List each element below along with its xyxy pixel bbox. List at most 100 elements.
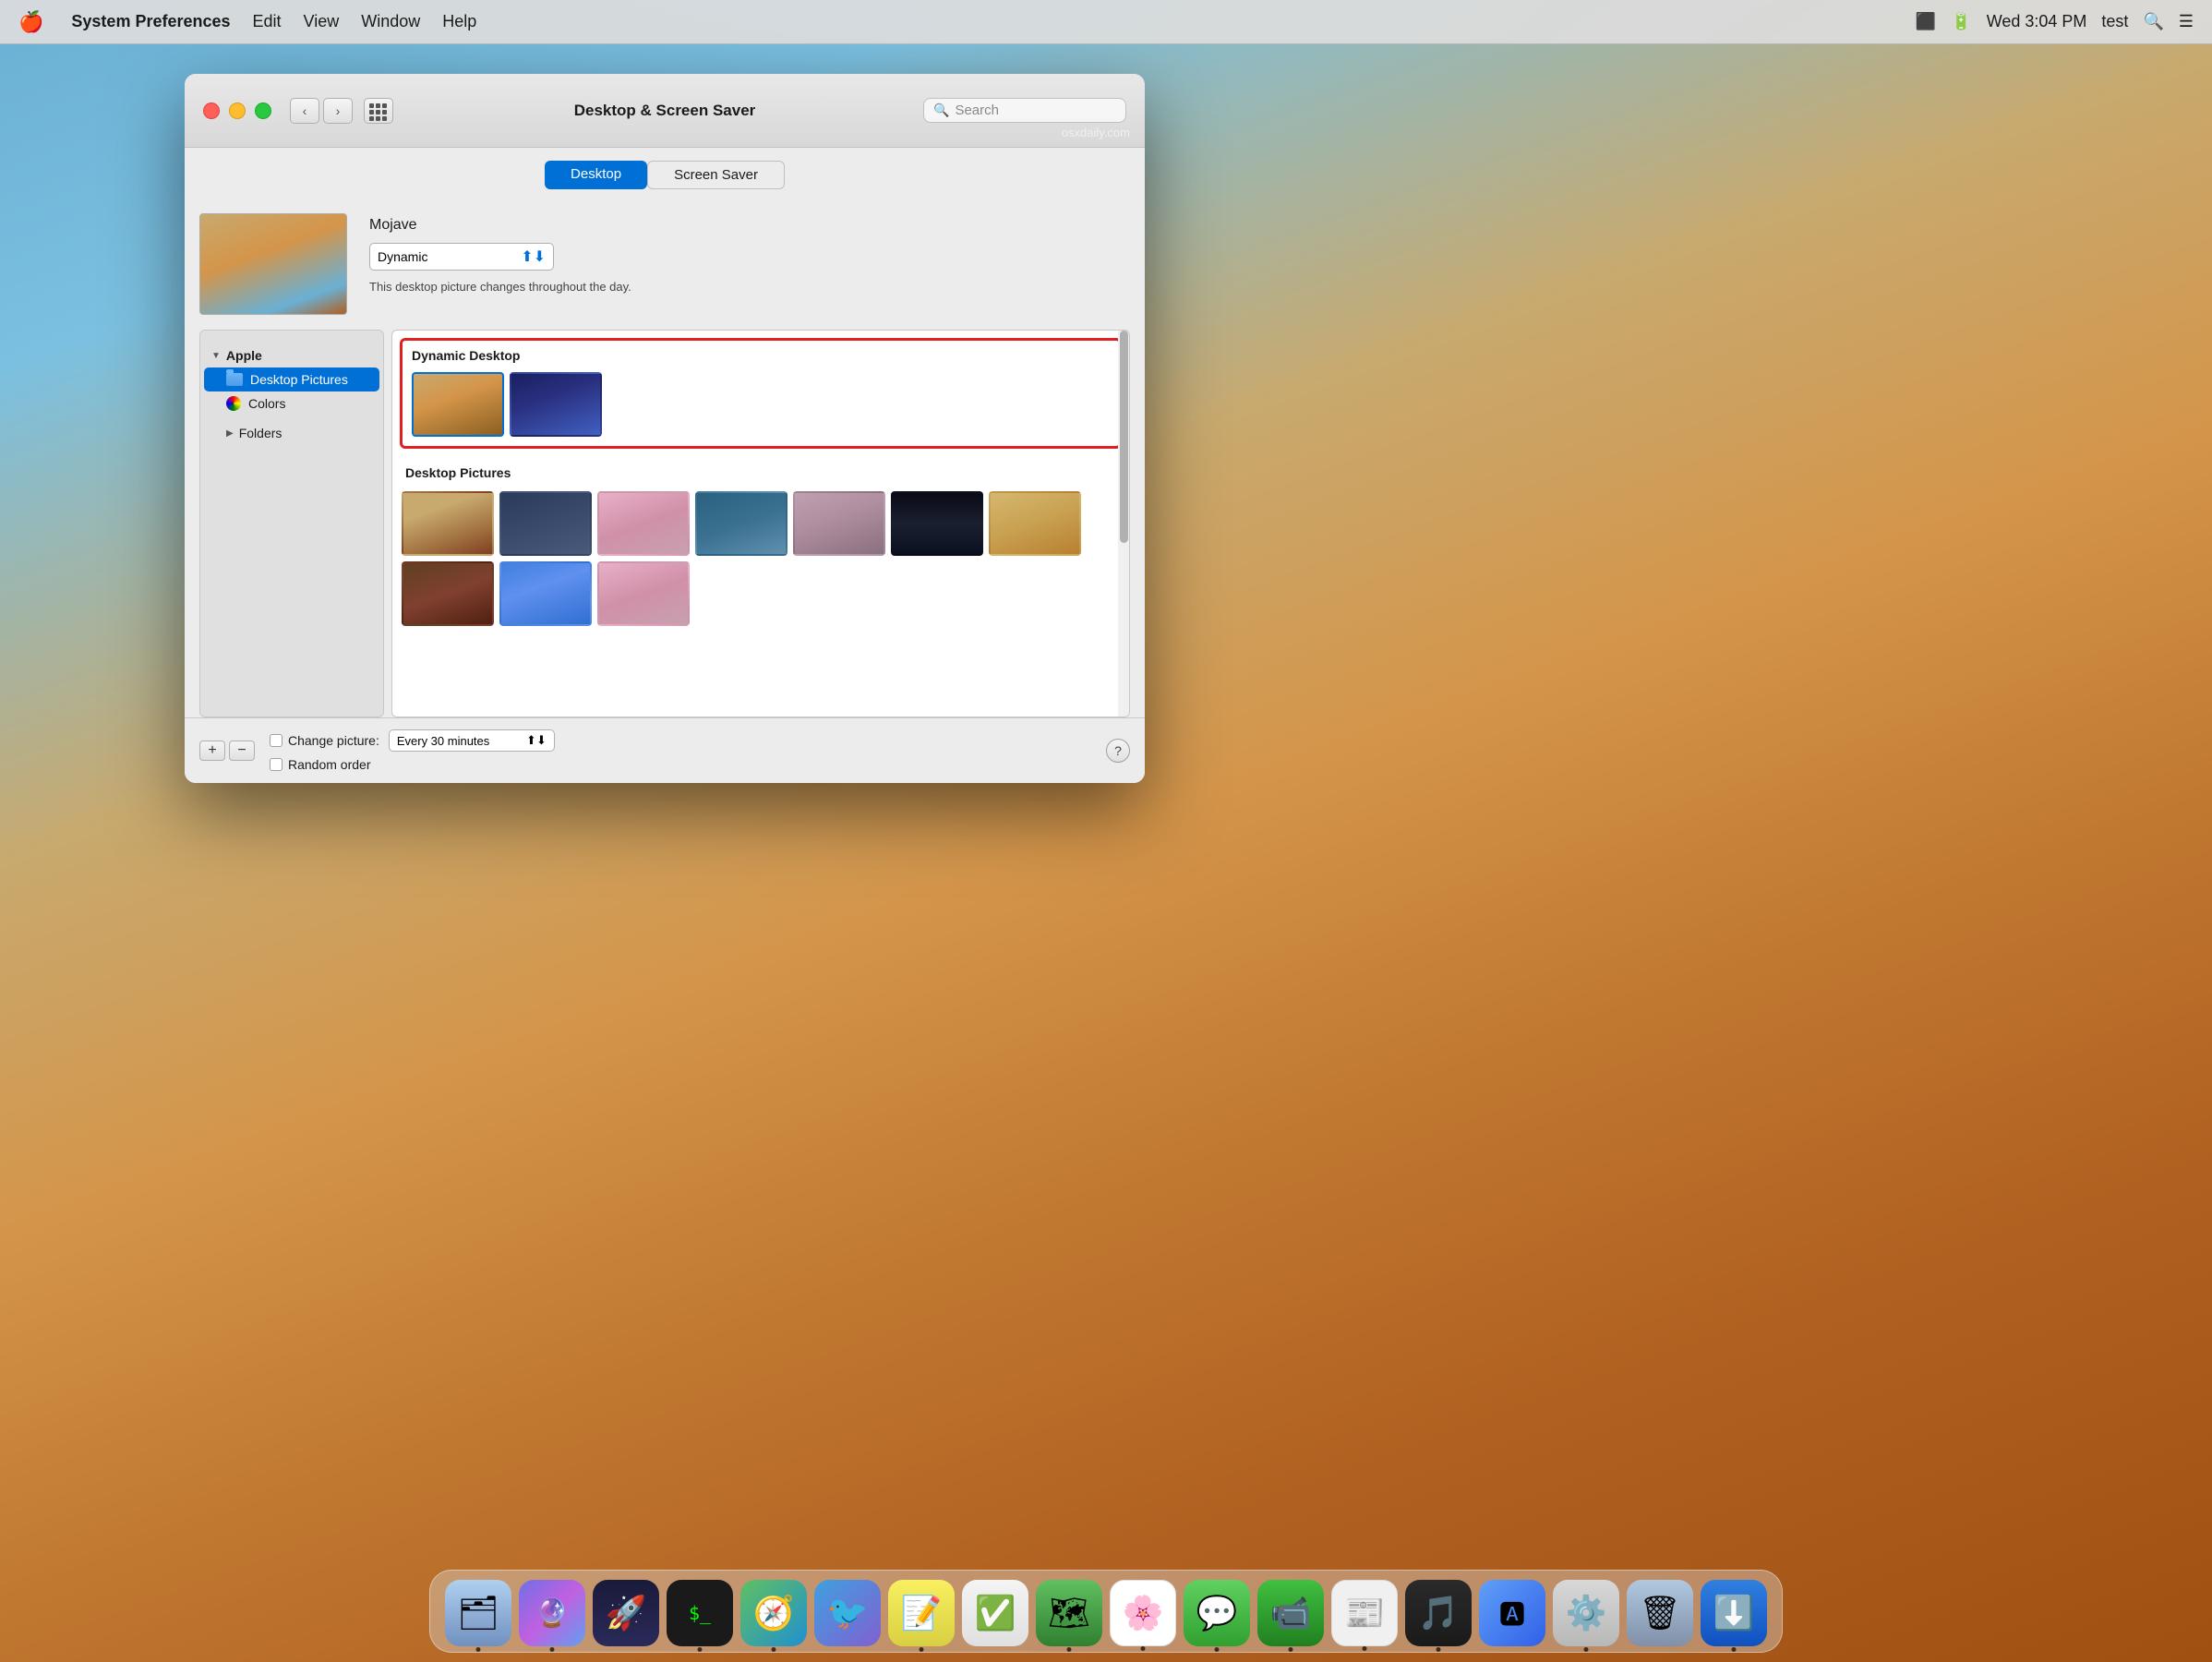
change-picture-text: Change picture: bbox=[288, 733, 379, 748]
dock-icon-news[interactable]: 📰 bbox=[1331, 1580, 1398, 1646]
sidebar-item-colors[interactable]: Colors bbox=[200, 391, 383, 416]
bird-icon: 🐦 bbox=[827, 1594, 869, 1632]
search-box[interactable]: 🔍 Search bbox=[923, 98, 1126, 123]
change-picture-checkbox[interactable] bbox=[270, 734, 283, 747]
dock: 🗂 🔮 🚀 $_ 🧭 🐦 📝 ✅ 🗺 🌸 💬 📹 bbox=[429, 1570, 1783, 1653]
dock-icon-bird[interactable]: 🐦 bbox=[814, 1580, 881, 1646]
panels-wrapper: ▼ Apple Desktop Pictures Colors ▶ Folder… bbox=[185, 330, 1145, 717]
notes-dot bbox=[920, 1647, 924, 1652]
thumb-desert2[interactable] bbox=[499, 491, 592, 556]
gallery-inner: Dynamic Desktop Desktop Pictures bbox=[392, 331, 1129, 717]
dock-icon-messages[interactable]: 💬 bbox=[1184, 1580, 1250, 1646]
menubar-search-icon[interactable]: 🔍 bbox=[2143, 12, 2163, 31]
dock-icon-sysprefs[interactable]: ⚙️ bbox=[1553, 1580, 1619, 1646]
dock-icon-trash[interactable]: 🗑 bbox=[1627, 1580, 1693, 1646]
tab-screen-saver[interactable]: Screen Saver bbox=[647, 161, 785, 189]
menubar-list-icon[interactable]: ☰ bbox=[2179, 12, 2194, 31]
random-order-checkbox[interactable] bbox=[270, 758, 283, 771]
sysprefs-dot bbox=[1584, 1647, 1589, 1652]
menubar-edit[interactable]: Edit bbox=[242, 8, 293, 35]
thumb-ocean[interactable] bbox=[695, 491, 787, 556]
dock-icon-siri[interactable]: 🔮 bbox=[519, 1580, 585, 1646]
maximize-button[interactable] bbox=[255, 102, 271, 119]
dock-icon-finder[interactable]: 🗂 bbox=[445, 1580, 511, 1646]
forward-button[interactable]: › bbox=[323, 98, 353, 124]
search-input[interactable]: Search bbox=[955, 102, 999, 118]
close-button[interactable] bbox=[203, 102, 220, 119]
dock-icon-maps[interactable]: 🗺 bbox=[1036, 1580, 1102, 1646]
menubar-items: System Preferences Edit View Window Help bbox=[60, 8, 487, 35]
dock-icon-terminal[interactable]: $_ bbox=[667, 1580, 733, 1646]
sidebar: ▼ Apple Desktop Pictures Colors ▶ Folder… bbox=[199, 330, 384, 717]
safari-dot bbox=[772, 1647, 776, 1652]
dropdown-row: Dynamic ⬆⬇ bbox=[369, 243, 631, 271]
remove-button[interactable]: − bbox=[229, 741, 255, 761]
dock-icon-reminders[interactable]: ✅ bbox=[962, 1580, 1028, 1646]
menubar-right: ⬛ 🔋 Wed 3:04 PM test 🔍 ☰ bbox=[1916, 12, 2194, 31]
preview-section: Mojave Dynamic ⬆⬇ This desktop picture c… bbox=[185, 199, 1145, 330]
dock-icon-safari[interactable]: 🧭 bbox=[740, 1580, 807, 1646]
titlebar: ‹ › Desktop & Screen Saver 🔍 Search osxd… bbox=[185, 74, 1145, 148]
thumb-city[interactable] bbox=[891, 491, 983, 556]
folder-icon bbox=[226, 373, 243, 386]
thumb-rock[interactable] bbox=[793, 491, 885, 556]
sidebar-item-desktop-pictures[interactable]: Desktop Pictures bbox=[204, 367, 379, 391]
thumb-dune-dark[interactable] bbox=[402, 561, 494, 626]
grid-view-button[interactable] bbox=[364, 98, 393, 124]
preview-info: Mojave Dynamic ⬆⬇ This desktop picture c… bbox=[369, 213, 631, 294]
sidebar-item-folders[interactable]: ▶ Folders bbox=[200, 421, 383, 445]
scrollbar-thumb[interactable] bbox=[1120, 331, 1128, 543]
launchpad-icon: 🚀 bbox=[606, 1594, 647, 1632]
thumb-pink[interactable] bbox=[597, 491, 690, 556]
thumb-pink2[interactable] bbox=[597, 561, 690, 626]
traffic-lights bbox=[203, 102, 271, 119]
add-button[interactable]: + bbox=[199, 741, 225, 761]
safari-icon: 🧭 bbox=[753, 1594, 795, 1632]
interval-dropdown-arrow: ⬆⬇ bbox=[526, 733, 547, 748]
back-button[interactable]: ‹ bbox=[290, 98, 319, 124]
wallpaper-preview-thumbnail bbox=[199, 213, 347, 315]
wallpaper-name: Mojave bbox=[369, 217, 631, 234]
folders-arrow-icon: ▶ bbox=[226, 428, 234, 439]
thumb-gradient-blue[interactable] bbox=[499, 561, 592, 626]
random-order-label[interactable]: Random order bbox=[270, 757, 371, 772]
interval-dropdown[interactable]: Every 30 minutes ⬆⬇ bbox=[389, 729, 555, 752]
thumb-desert1[interactable] bbox=[402, 491, 494, 556]
change-picture-label[interactable]: Change picture: bbox=[270, 733, 379, 748]
dock-icon-music[interactable]: 🎵 bbox=[1405, 1580, 1472, 1646]
thumb-mojave-day[interactable] bbox=[412, 372, 504, 437]
finder-dot bbox=[476, 1647, 481, 1652]
thumb-sand[interactable] bbox=[989, 491, 1081, 556]
maps-icon: 🗺 bbox=[1048, 1594, 1090, 1632]
music-dot bbox=[1437, 1647, 1441, 1652]
menubar-time: Wed 3:04 PM bbox=[1987, 12, 2087, 31]
reminders-icon: ✅ bbox=[975, 1594, 1016, 1632]
menubar-help[interactable]: Help bbox=[431, 8, 487, 35]
dynamic-desktop-section: Dynamic Desktop bbox=[400, 338, 1122, 449]
sidebar-item-desktop-pictures-label: Desktop Pictures bbox=[250, 372, 348, 387]
help-button[interactable]: ? bbox=[1106, 739, 1130, 763]
dock-icon-appstore[interactable]: 🅰 bbox=[1479, 1580, 1545, 1646]
thumb-mojave-night[interactable] bbox=[510, 372, 602, 437]
wallpaper-description: This desktop picture changes throughout … bbox=[369, 280, 631, 294]
tab-desktop[interactable]: Desktop bbox=[545, 161, 647, 189]
dock-icon-downloads[interactable]: ⬇️ bbox=[1701, 1580, 1767, 1646]
dynamic-dropdown[interactable]: Dynamic ⬆⬇ bbox=[369, 243, 554, 271]
scrollbar-track[interactable] bbox=[1118, 331, 1129, 717]
appstore-icon: 🅰 bbox=[1499, 1595, 1525, 1632]
desktop-pictures-section: Desktop Pictures bbox=[392, 456, 1129, 635]
menubar-view[interactable]: View bbox=[293, 8, 351, 35]
maps-dot bbox=[1067, 1647, 1072, 1652]
minimize-button[interactable] bbox=[229, 102, 246, 119]
dock-icon-facetime[interactable]: 📹 bbox=[1257, 1580, 1324, 1646]
facetime-icon: 📹 bbox=[1270, 1594, 1312, 1632]
dock-icon-notes[interactable]: 📝 bbox=[888, 1580, 955, 1646]
terminal-dot bbox=[698, 1647, 703, 1652]
dock-icon-launchpad[interactable]: 🚀 bbox=[593, 1580, 659, 1646]
menubar-app-name[interactable]: System Preferences bbox=[60, 8, 241, 35]
sidebar-group-apple[interactable]: ▼ Apple bbox=[200, 343, 383, 367]
apple-menu-icon[interactable]: 🍎 bbox=[18, 10, 43, 34]
sidebar-group-apple-label: Apple bbox=[226, 348, 262, 363]
menubar-window[interactable]: Window bbox=[350, 8, 431, 35]
dock-icon-photos[interactable]: 🌸 bbox=[1110, 1580, 1176, 1646]
